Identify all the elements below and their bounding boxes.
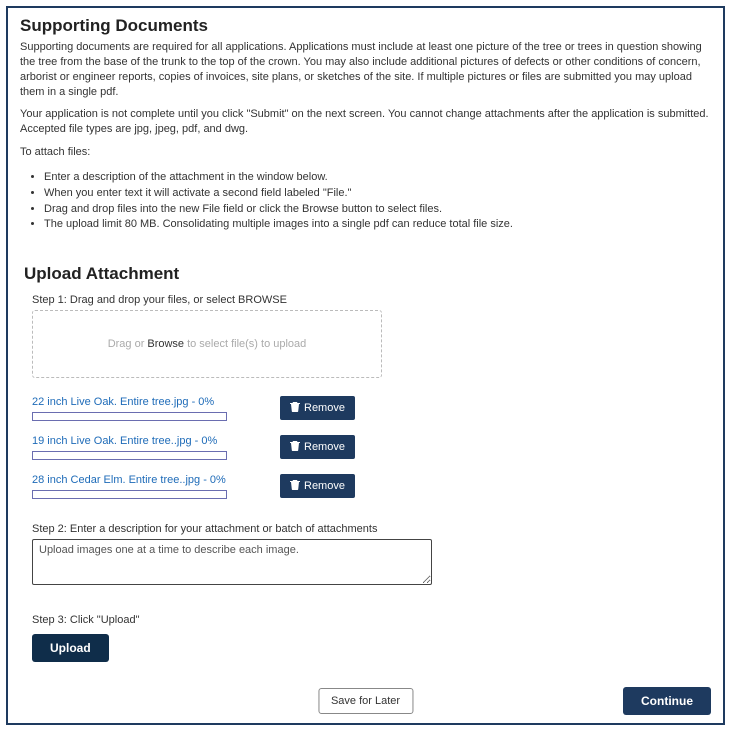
intro-paragraph-3: To attach files: (20, 145, 711, 160)
remove-label: Remove (304, 402, 345, 414)
step3-label: Step 3: Click "Upload" (32, 614, 711, 626)
instruction-list: Enter a description of the attachment in… (44, 170, 711, 232)
footer-buttons: Save for Later Continue (20, 687, 711, 715)
dropzone-text-pre: Drag or (108, 338, 145, 350)
upload-progress-bar (32, 451, 227, 460)
file-name: 19 inch Live Oak. Entire tree..jpg - 0% (32, 435, 252, 447)
description-textarea[interactable] (32, 539, 432, 585)
remove-button[interactable]: Remove (280, 435, 355, 459)
remove-button[interactable]: Remove (280, 396, 355, 420)
remove-label: Remove (304, 441, 345, 453)
dropzone-text-post: to select file(s) to upload (187, 338, 306, 350)
page-container: Supporting Documents Supporting document… (6, 6, 725, 725)
description-area: Step 2: Enter a description for your att… (32, 523, 711, 590)
file-info: 22 inch Live Oak. Entire tree.jpg - 0% (32, 396, 252, 421)
remove-label: Remove (304, 480, 345, 492)
instruction-item: When you enter text it will activate a s… (44, 186, 711, 201)
file-name: 28 inch Cedar Elm. Entire tree..jpg - 0% (32, 474, 252, 486)
step3-area: Step 3: Click "Upload" Upload (32, 614, 711, 662)
file-row: 19 inch Live Oak. Entire tree..jpg - 0% … (32, 435, 711, 460)
browse-link[interactable]: Browse (147, 338, 184, 350)
step2-label: Step 2: Enter a description for your att… (32, 523, 711, 535)
upload-progress-bar (32, 490, 227, 499)
upload-heading: Upload Attachment (24, 264, 711, 284)
file-dropzone[interactable]: Drag or Browse to select file(s) to uplo… (32, 310, 382, 378)
file-row: 28 inch Cedar Elm. Entire tree..jpg - 0%… (32, 474, 711, 499)
upload-progress-bar (32, 412, 227, 421)
instruction-item: Enter a description of the attachment in… (44, 170, 711, 185)
trash-icon (290, 401, 300, 415)
file-row: 22 inch Live Oak. Entire tree.jpg - 0% R… (32, 396, 711, 421)
file-name: 22 inch Live Oak. Entire tree.jpg - 0% (32, 396, 252, 408)
file-info: 28 inch Cedar Elm. Entire tree..jpg - 0% (32, 474, 252, 499)
file-info: 19 inch Live Oak. Entire tree..jpg - 0% (32, 435, 252, 460)
trash-icon (290, 440, 300, 454)
intro-text: Supporting documents are required for al… (20, 40, 711, 160)
remove-button[interactable]: Remove (280, 474, 355, 498)
trash-icon (290, 479, 300, 493)
intro-paragraph-1: Supporting documents are required for al… (20, 40, 711, 99)
step1-label: Step 1: Drag and drop your files, or sel… (32, 294, 711, 306)
intro-paragraph-2: Your application is not complete until y… (20, 107, 711, 137)
upload-button[interactable]: Upload (32, 634, 109, 662)
instruction-item: Drag and drop files into the new File fi… (44, 202, 711, 217)
save-for-later-button[interactable]: Save for Later (318, 688, 413, 714)
continue-button[interactable]: Continue (623, 687, 711, 715)
instruction-item: The upload limit 80 MB. Consolidating mu… (44, 217, 711, 232)
page-title: Supporting Documents (20, 16, 711, 36)
